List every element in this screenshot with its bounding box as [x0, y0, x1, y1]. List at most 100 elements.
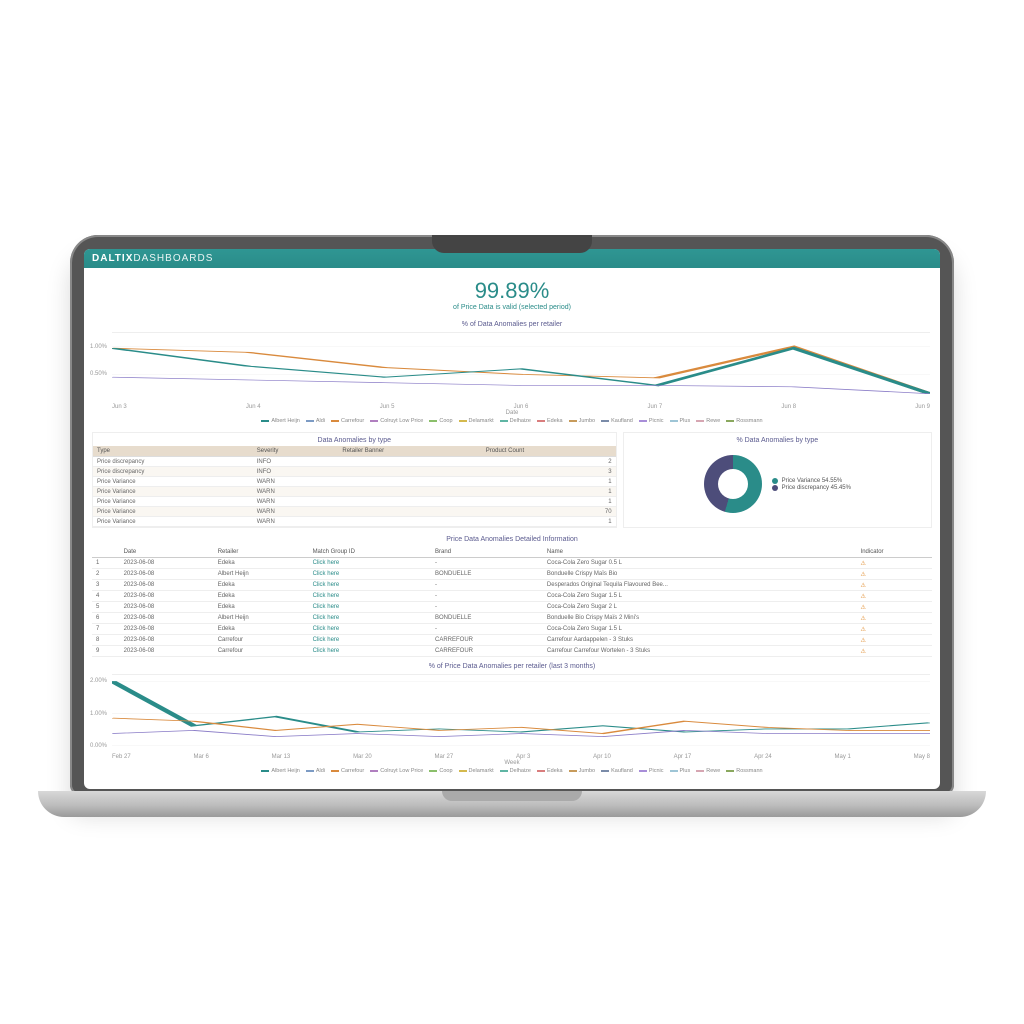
table-row[interactable]: Price VarianceWARN70	[93, 507, 616, 517]
detail-table[interactable]: DateRetailerMatch Group IDBrandNameIndic…	[92, 547, 932, 657]
legend-item[interactable]: Colruyt Low Price	[370, 768, 423, 774]
table-header[interactable]	[92, 547, 120, 558]
table-header[interactable]: Match Group ID	[309, 547, 431, 558]
kpi-label: of Price Data is valid (selected period)	[84, 304, 940, 311]
legend-item[interactable]: Kaufland	[601, 768, 633, 774]
table-header[interactable]: Indicator	[857, 547, 932, 558]
legend-item[interactable]: Delamarkt	[459, 418, 494, 424]
brand-thin: DASHBOARDS	[133, 253, 213, 264]
chart2-ytick: 2.00%	[90, 678, 107, 684]
legend-item[interactable]: Rossmann	[726, 768, 762, 774]
legend-item[interactable]: Delamarkt	[459, 768, 494, 774]
donut-legend-item: Price Variance 54.55%	[772, 478, 851, 484]
table-header[interactable]: Brand	[431, 547, 543, 558]
donut-legend-item: Price discrepancy 45.45%	[772, 485, 851, 491]
chart2-xtick: Apr 10	[593, 754, 611, 760]
donut-panel: % Data Anomalies by type Price Variance …	[623, 432, 932, 528]
legend-item[interactable]: Coop	[429, 418, 452, 424]
table-row[interactable]: Price VarianceWARN1	[93, 487, 616, 497]
donut-legend: Price Variance 54.55%Price discrepancy 4…	[772, 477, 851, 492]
table-row[interactable]: Price VarianceWARN1	[93, 497, 616, 507]
legend-item[interactable]: Edeka	[537, 768, 563, 774]
detail-table-panel: DateRetailerMatch Group IDBrandNameIndic…	[92, 547, 932, 657]
anomaly-table-title: Data Anomalies by type	[93, 433, 616, 446]
chart1-svg	[112, 333, 930, 402]
legend-item[interactable]: Picnic	[639, 768, 664, 774]
donut-chart[interactable]	[704, 455, 762, 513]
legend-item[interactable]: Rewe	[696, 418, 720, 424]
table-header[interactable]: Type	[93, 446, 253, 457]
chart1-xtick: Jun 3	[112, 404, 127, 410]
legend-item[interactable]: Delhaize	[500, 418, 531, 424]
chart1-xtick: Jun 4	[246, 404, 261, 410]
chart2-area[interactable]: 2.00% 1.00% 0.00%	[112, 674, 930, 752]
chart2-title: % of Price Data Anomalies per retailer (…	[84, 659, 940, 672]
legend-item[interactable]: Carrefour	[331, 768, 364, 774]
chart2-xtick: Mar 27	[435, 754, 454, 760]
table-row[interactable]: Price discrepancyINFO2	[93, 457, 616, 467]
table-row[interactable]: 92023-06-08CarrefourClick hereCARREFOURC…	[92, 646, 932, 657]
legend-item[interactable]: Jumbo	[569, 768, 596, 774]
legend-item[interactable]: Coop	[429, 768, 452, 774]
legend-item[interactable]: Colruyt Low Price	[370, 418, 423, 424]
chart1-ytick: 1.00%	[90, 344, 107, 350]
chart1-xtick: Jun 9	[915, 404, 930, 410]
chart1-xtick: Jun 7	[648, 404, 663, 410]
kpi-value: 99.89%	[84, 278, 940, 304]
anomaly-type-table[interactable]: TypeSeverityRetailer BannerProduct Count…	[93, 446, 616, 527]
table-row[interactable]: 72023-06-08EdekaClick here-Coca-Cola Zer…	[92, 624, 932, 635]
table-row[interactable]: 12023-06-08EdekaClick here-Coca-Cola Zer…	[92, 558, 932, 569]
legend-item[interactable]: Rossmann	[726, 418, 762, 424]
table-row[interactable]: 22023-06-08Albert HeijnClick hereBONDUEL…	[92, 569, 932, 580]
legend-item[interactable]: Albert Heijn	[261, 418, 299, 424]
chart2-xtick: Apr 24	[754, 754, 772, 760]
laptop-base	[38, 791, 986, 817]
brand-bold: DALTIX	[92, 253, 133, 264]
chart1-title: % of Data Anomalies per retailer	[84, 317, 940, 330]
legend-item[interactable]: Jumbo	[569, 418, 596, 424]
table-row[interactable]: Price VarianceWARN1	[93, 477, 616, 487]
chart2-ytick: 1.00%	[90, 711, 107, 717]
legend-item[interactable]: Delhaize	[500, 768, 531, 774]
legend-item[interactable]: Rewe	[696, 768, 720, 774]
chart2-xtick: Feb 27	[112, 754, 131, 760]
table-row[interactable]: 52023-06-08EdekaClick here-Coca-Cola Zer…	[92, 602, 932, 613]
table-header[interactable]: Product Count	[482, 446, 616, 457]
table-row[interactable]: Price discrepancyINFO3	[93, 467, 616, 477]
legend-item[interactable]: Plus	[670, 418, 691, 424]
legend-item[interactable]: Aldi	[306, 768, 325, 774]
anomaly-type-table-panel: Data Anomalies by type TypeSeverityRetai…	[92, 432, 617, 528]
table-row[interactable]: 42023-06-08EdekaClick here-Coca-Cola Zer…	[92, 591, 932, 602]
chart1-xtick: Jun 8	[781, 404, 796, 410]
laptop-frame: DALTIXDASHBOARDS 99.89% of Price Data is…	[70, 235, 954, 795]
table-row[interactable]: 82023-06-08CarrefourClick hereCARREFOURC…	[92, 635, 932, 646]
legend-item[interactable]: Plus	[670, 768, 691, 774]
legend-item[interactable]: Carrefour	[331, 418, 364, 424]
dashboard-screen: DALTIXDASHBOARDS 99.89% of Price Data is…	[84, 249, 940, 789]
table-header[interactable]: Date	[120, 547, 214, 558]
chart1-legend: Albert Heijn Aldi Carrefour Colruyt Low Pri…	[84, 416, 940, 426]
chart1-ytick: 0.50%	[90, 371, 107, 377]
legend-item[interactable]: Edeka	[537, 418, 563, 424]
legend-item[interactable]: Picnic	[639, 418, 664, 424]
kpi-block: 99.89% of Price Data is valid (selected …	[84, 268, 940, 317]
chart2-xtick: Apr 17	[674, 754, 692, 760]
table-header[interactable]: Severity	[253, 446, 339, 457]
table-header[interactable]: Name	[543, 547, 857, 558]
chart2-xtick: Mar 13	[272, 754, 291, 760]
legend-item[interactable]: Aldi	[306, 418, 325, 424]
table-header[interactable]: Retailer	[214, 547, 309, 558]
chart2-xtick: Mar 6	[193, 754, 208, 760]
chart2-xtick: Mar 20	[353, 754, 372, 760]
chart1-area[interactable]: 1.00% 0.50%	[112, 332, 930, 402]
table-row[interactable]: 32023-06-08EdekaClick here-Desperados Or…	[92, 580, 932, 591]
legend-item[interactable]: Albert Heijn	[261, 768, 299, 774]
chart2-xtick: May 8	[914, 754, 930, 760]
table-row[interactable]: Price VarianceWARN1	[93, 517, 616, 527]
chart2-legend: Albert Heijn Aldi Carrefour Colruyt Low Pri…	[84, 766, 940, 776]
chart2-ytick: 0.00%	[90, 743, 107, 749]
legend-item[interactable]: Kaufland	[601, 418, 633, 424]
table-row[interactable]: 62023-06-08Albert HeijnClick hereBONDUEL…	[92, 613, 932, 624]
donut-title: % Data Anomalies by type	[624, 433, 931, 446]
table-header[interactable]: Retailer Banner	[338, 446, 481, 457]
